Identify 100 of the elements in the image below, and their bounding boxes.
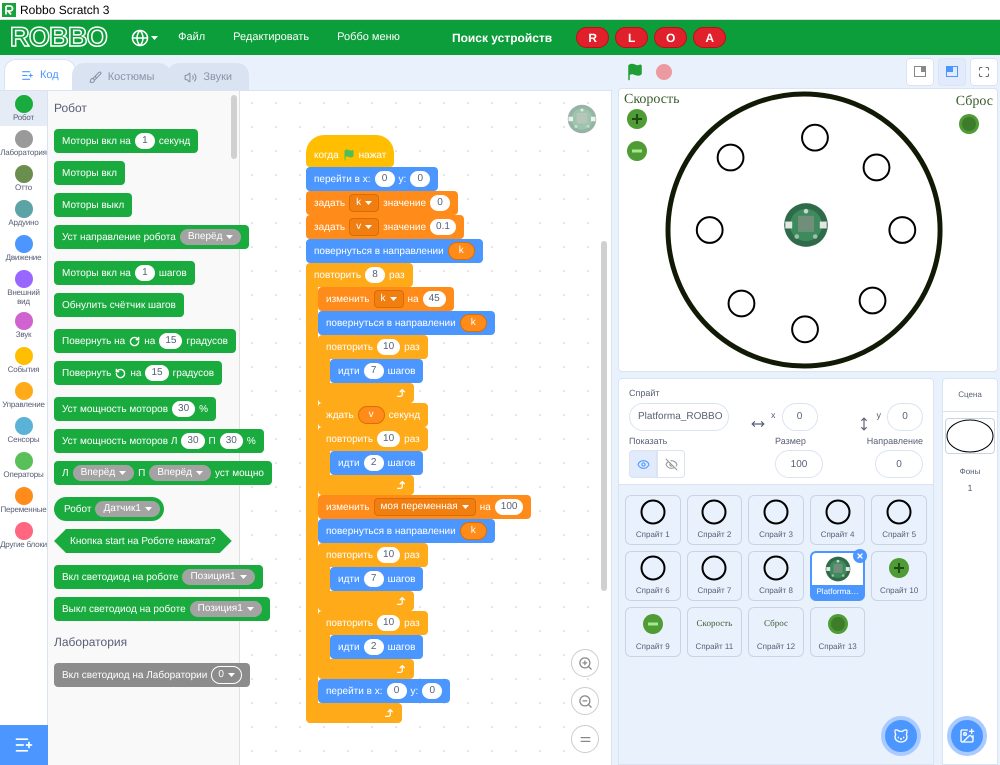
sprite-tile[interactable]: Спрайт 3 [748, 495, 804, 545]
flag-icon[interactable] [626, 62, 644, 80]
fullscreen-button[interactable] [970, 58, 998, 86]
backdrop-thumbnail[interactable] [945, 418, 995, 454]
code-block[interactable]: идти 7 шагов [330, 359, 424, 383]
small-stage-button[interactable] [906, 58, 934, 86]
code-block[interactable]: повторить 10 раз [318, 543, 428, 567]
number-input[interactable]: 7 [364, 571, 384, 587]
device-button[interactable]: A [693, 27, 726, 48]
number-input[interactable]: 0 [410, 171, 430, 187]
category-item[interactable]: Лаборатория [0, 126, 47, 161]
sprite-tile[interactable]: Спрайт 1 [625, 495, 681, 545]
size-field[interactable]: 100 [775, 450, 823, 478]
device-button[interactable]: O [654, 27, 688, 48]
zoom-reset-button[interactable] [571, 725, 599, 753]
category-item[interactable]: События [0, 343, 47, 378]
device-search-button[interactable]: Поиск устройств [452, 28, 552, 46]
direction-field[interactable]: 0 [875, 450, 923, 478]
code-block[interactable]: повторить 10 раз [318, 427, 428, 451]
code-block[interactable]: перейти в x: 0 y: 0 [306, 167, 438, 191]
code-block[interactable]: Моторы вкл на 1 шагов [54, 261, 195, 285]
sprite-tile[interactable]: Спрайт 2 [686, 495, 742, 545]
x-field[interactable]: 0 [782, 402, 818, 430]
sprite-name-field[interactable]: Platforma_ROBBO [629, 402, 729, 430]
add-backdrop-button[interactable] [947, 716, 987, 756]
sprite-tile[interactable]: Спрайт 5 [871, 495, 927, 545]
scrollbar[interactable] [601, 241, 607, 591]
category-item[interactable]: Звук [0, 308, 47, 343]
code-block[interactable]: идти 2 шагов [330, 451, 424, 475]
add-sprite-button[interactable] [881, 716, 921, 756]
code-block[interactable]: изменить моя переменная на 100 [318, 495, 532, 519]
sprite-tile[interactable]: Спрайт 10 [871, 551, 927, 601]
code-block[interactable]: Моторы вкл на 1 секунд [54, 129, 198, 153]
code-block[interactable]: задать k значение 0 [306, 191, 458, 215]
menu-item[interactable]: Файл [178, 29, 206, 46]
number-input[interactable]: 30 [220, 433, 243, 449]
device-button[interactable]: L [615, 27, 648, 48]
number-input[interactable]: 30 [172, 401, 196, 417]
language-menu[interactable] [131, 28, 158, 46]
category-item[interactable]: Робот [0, 91, 47, 126]
hide-button[interactable] [657, 450, 685, 478]
sprite-tile[interactable]: Спрайт 13 [810, 607, 866, 657]
number-input[interactable]: 0 [374, 171, 394, 187]
number-input[interactable]: 10 [377, 431, 400, 447]
extension-button[interactable] [0, 725, 48, 765]
stop-button[interactable] [656, 64, 672, 80]
number-input[interactable]: 15 [145, 365, 169, 381]
category-item[interactable]: Внешний вид [0, 266, 47, 308]
number-input[interactable]: 100 [494, 499, 524, 515]
code-block[interactable]: Уст мощность моторов 30 % [54, 397, 216, 421]
category-item[interactable]: Управление [0, 378, 47, 413]
normal-stage-button[interactable] [938, 58, 966, 86]
number-input[interactable]: 0 [386, 683, 406, 699]
number-input[interactable]: 2 [364, 455, 384, 471]
code-block[interactable]: повторить 10 раз [318, 611, 428, 635]
code-block[interactable]: идти 2 шагов [330, 635, 424, 659]
menu-item[interactable]: Редактировать [233, 29, 310, 46]
number-input[interactable]: 2 [364, 639, 384, 655]
code-block[interactable]: идти 7 шагов [330, 567, 424, 591]
code-block[interactable]: Повернуть на на 15 градусов [54, 329, 236, 353]
number-input[interactable]: 1 [134, 133, 155, 149]
menu-item[interactable]: Роббо меню [337, 29, 400, 46]
category-item[interactable]: Другие блоки [0, 518, 47, 553]
scrollbar[interactable] [231, 95, 237, 159]
number-input[interactable]: 0.1 [430, 219, 456, 235]
sprite-tile[interactable]: Скорость Спрайт 11 [686, 607, 742, 657]
number-input[interactable]: 1 [134, 265, 155, 281]
sprite-tile[interactable]: Сброс Спрайт 12 [748, 607, 804, 657]
code-block[interactable]: Уст мощность моторов Л 30 П 30 % [54, 429, 264, 453]
code-block[interactable]: Вкл светодиод на Лаборатории 0 [54, 663, 250, 687]
device-button[interactable]: R [576, 27, 610, 48]
number-input[interactable]: 10 [377, 547, 400, 563]
sprite-tile[interactable]: Спрайт 4 [810, 495, 866, 545]
zoom-out-button[interactable] [571, 687, 599, 715]
sprite-tile[interactable]: Спрайт 7 [686, 551, 742, 601]
category-item[interactable]: Ардуино [0, 196, 47, 231]
category-item[interactable]: Переменные [0, 483, 47, 518]
category-item[interactable]: Движение [0, 231, 47, 266]
code-block[interactable]: перейти в x: 0 y: 0 [318, 679, 450, 703]
dropdown[interactable]: 0 [211, 666, 242, 684]
sprite-tile[interactable]: Спрайт 8 [748, 551, 804, 601]
code-block[interactable]: изменить k на 45 [318, 287, 454, 311]
number-input[interactable]: 15 [159, 333, 182, 349]
y-field[interactable]: 0 [887, 402, 923, 430]
number-input[interactable]: 30 [181, 433, 205, 449]
category-item[interactable]: Операторы [0, 448, 47, 483]
code-block[interactable]: Повернуть на 15 градусов [54, 361, 222, 385]
zoom-in-button[interactable] [571, 649, 599, 677]
show-button[interactable] [629, 450, 657, 478]
number-input[interactable]: 10 [377, 339, 400, 355]
sprite-tile[interactable]: Спрайт 6 [625, 551, 681, 601]
code-block[interactable]: задать v значение 0.1 [306, 215, 464, 239]
delete-button[interactable] [853, 549, 868, 563]
number-input[interactable]: 8 [365, 267, 386, 283]
code-block[interactable]: повторить 10 раз [318, 335, 428, 359]
sprite-tile[interactable]: Спрайт 9 [625, 607, 681, 657]
number-input[interactable]: 45 [422, 291, 446, 307]
code-block[interactable]: повторить 8 раз [306, 263, 413, 287]
number-input[interactable]: 0 [422, 683, 442, 699]
category-item[interactable]: Отто [0, 161, 47, 196]
